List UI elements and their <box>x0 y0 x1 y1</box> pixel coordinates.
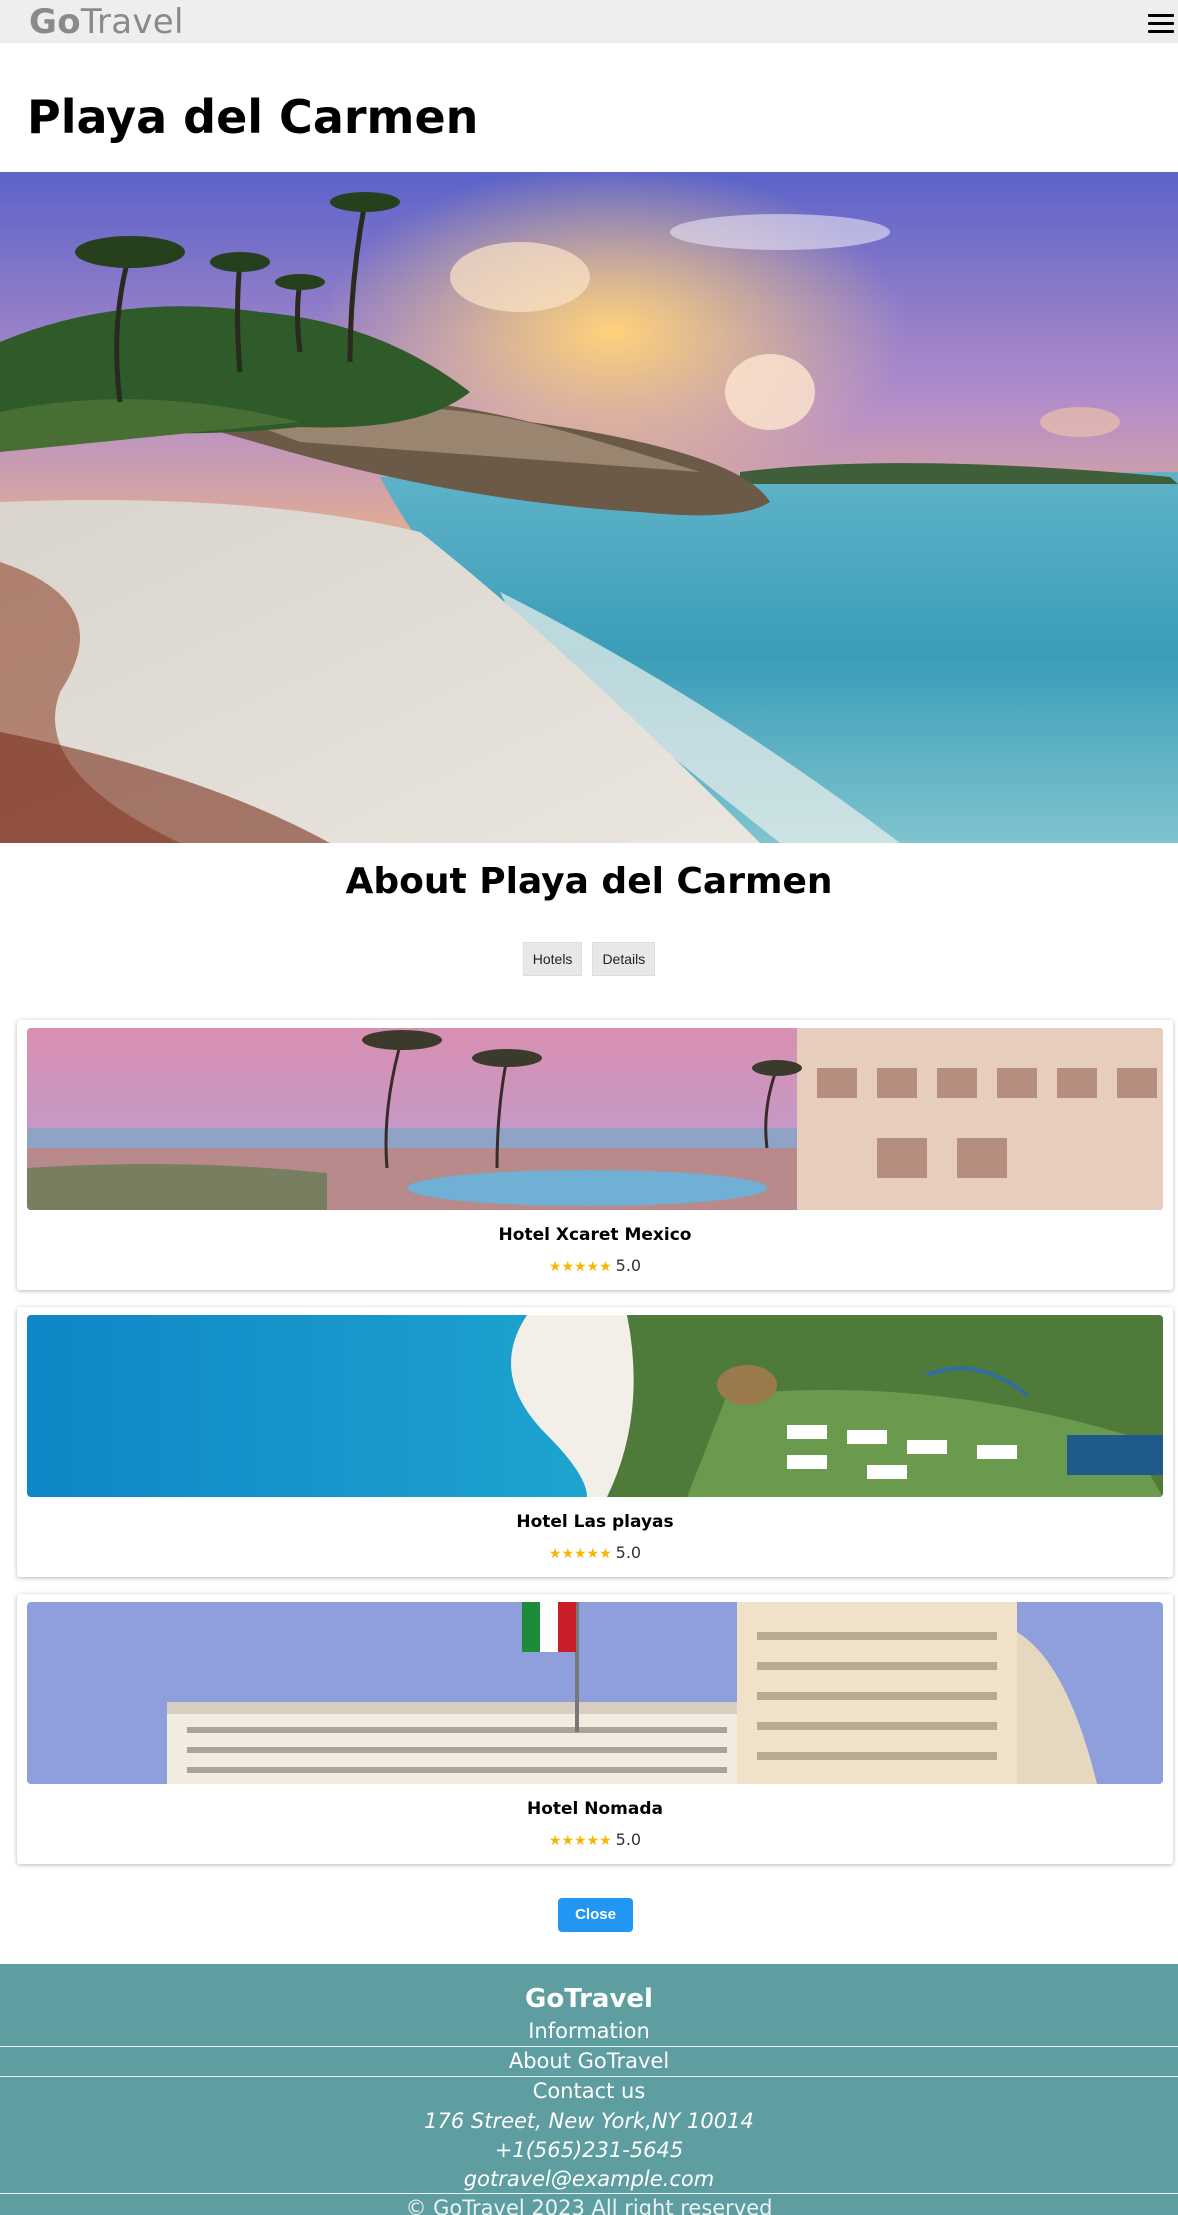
hotel-photo-nomada <box>27 1602 1163 1784</box>
hotel-name[interactable]: Hotel Xcaret Mexico <box>17 1223 1173 1247</box>
rating-score: 5.0 <box>615 1543 642 1562</box>
logo-travel: Travel <box>80 2 184 42</box>
hamburger-menu-icon[interactable] <box>1148 14 1174 36</box>
footer: GoTravel Information About GoTravel Cont… <box>0 1964 1178 2215</box>
rating-score: 5.0 <box>615 1830 642 1849</box>
hotel-photo-xcaret <box>27 1028 1163 1210</box>
hotel-name[interactable]: Hotel Nomada <box>17 1797 1173 1821</box>
hotel-rating: ★★★★★ 5.0 <box>17 1830 1173 1851</box>
hotel-card[interactable]: Hotel Las playas ★★★★★ 5.0 <box>17 1307 1173 1577</box>
close-button[interactable]: Close <box>558 1898 633 1932</box>
footer-information-heading: Information <box>528 2019 650 2043</box>
rating-score: 5.0 <box>615 1256 642 1275</box>
footer-about-link[interactable]: About GoTravel <box>0 2047 1178 2075</box>
hotel-card[interactable]: Hotel Nomada ★★★★★ 5.0 <box>17 1594 1173 1864</box>
star-rating-icon: ★★★★★ <box>548 1259 612 1275</box>
footer-brand: GoTravel <box>525 1984 653 2014</box>
tab-bar: Hotels Details <box>0 942 1178 976</box>
page-title: Playa del Carmen <box>27 90 479 144</box>
tab-hotels[interactable]: Hotels <box>522 942 583 976</box>
footer-contact-heading: Contact us <box>532 2079 646 2103</box>
hotel-rating: ★★★★★ 5.0 <box>17 1256 1173 1277</box>
hotel-name[interactable]: Hotel Las playas <box>17 1510 1173 1534</box>
star-rating-icon: ★★★★★ <box>548 1546 612 1562</box>
hero-beach-image <box>0 172 1178 843</box>
footer-phone[interactable]: +1(565)231-5645 <box>0 2136 1178 2164</box>
footer-email[interactable]: gotravel@example.com <box>0 2165 1178 2193</box>
footer-address: 176 Street, New York,NY 10014 <box>424 2109 754 2133</box>
logo-go: Go <box>29 2 81 42</box>
hotel-card[interactable]: Hotel Xcaret Mexico ★★★★★ 5.0 <box>17 1020 1173 1290</box>
star-rating-icon: ★★★★★ <box>548 1833 612 1849</box>
hotel-photo-las-playas <box>27 1315 1163 1497</box>
about-section-title: About Playa del Carmen <box>345 861 833 902</box>
top-nav-bar: GoTravel <box>0 0 1178 43</box>
hotel-rating: ★★★★★ 5.0 <box>17 1543 1173 1564</box>
footer-copyright: © GoTravel 2023 All right reserved <box>405 2196 773 2215</box>
tab-details[interactable]: Details <box>592 942 656 976</box>
logo[interactable]: GoTravel <box>29 2 184 42</box>
